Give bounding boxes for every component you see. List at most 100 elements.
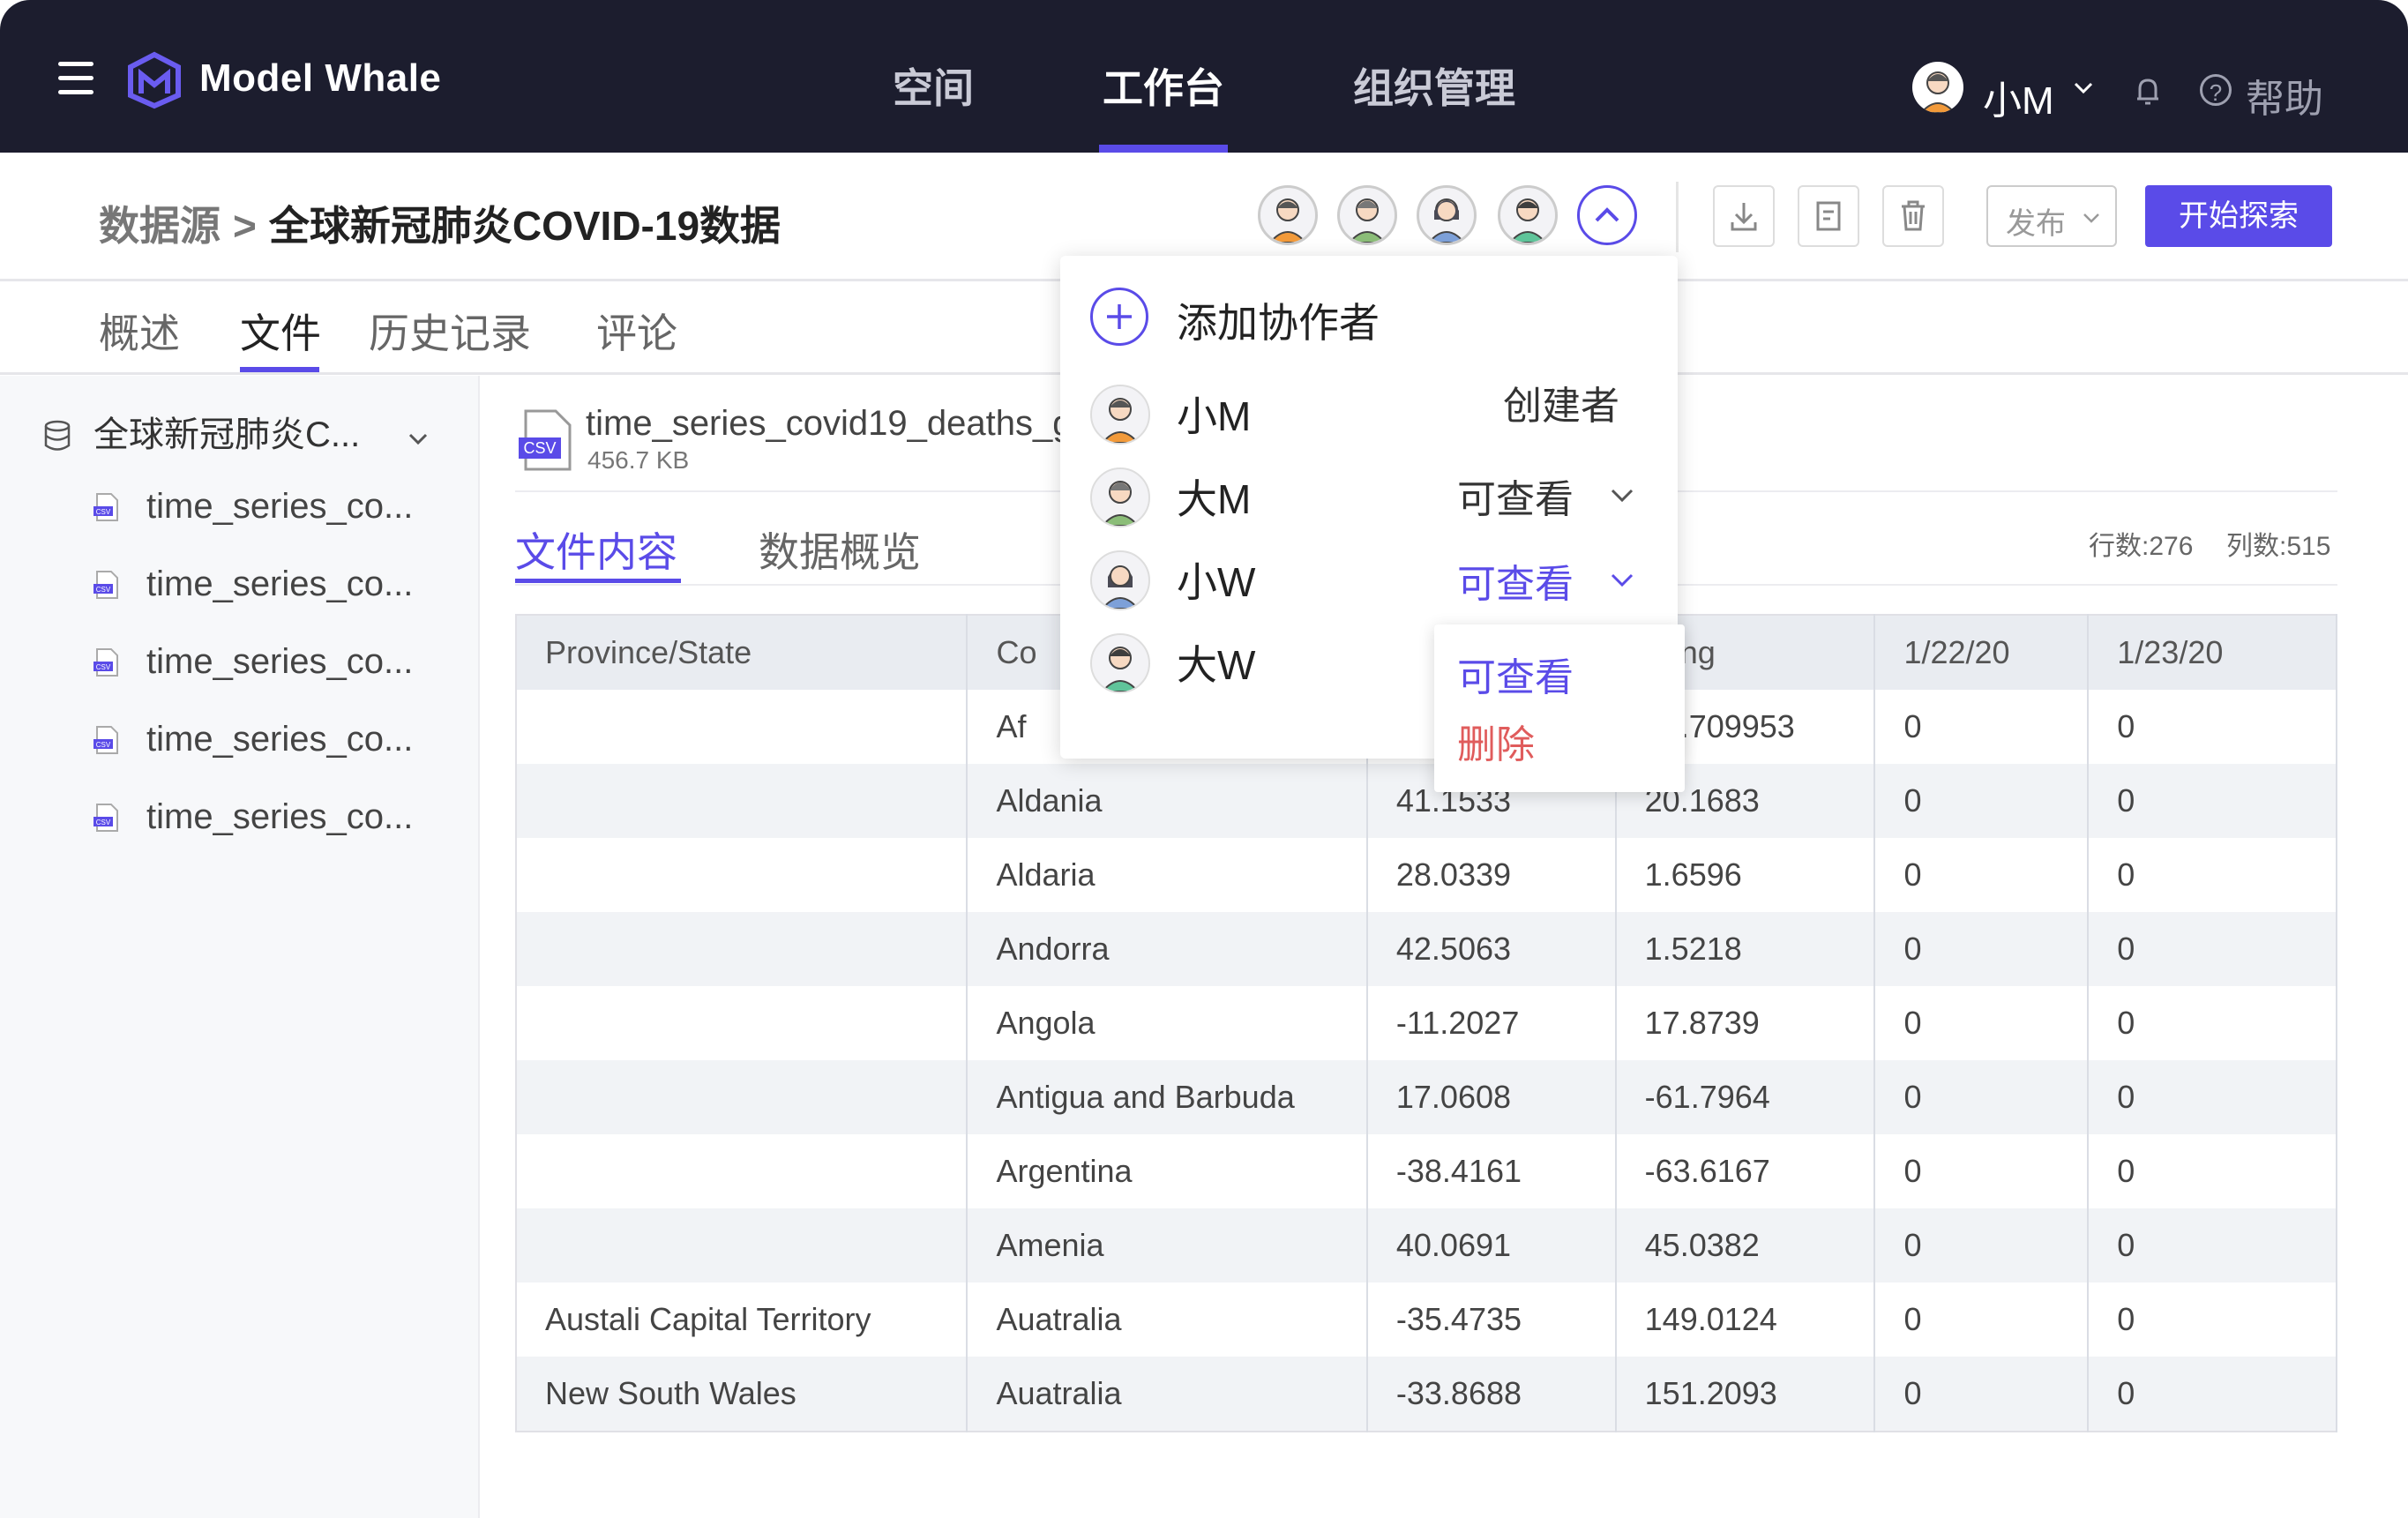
add-collaborator-icon[interactable] [1090,288,1148,346]
avatar-person-icon [1101,647,1140,692]
nav-workbench[interactable]: 工作台 [1103,56,1224,115]
table-cell [516,838,968,912]
table-cell: 17.0608 [1366,1060,1617,1134]
bell-icon[interactable] [2133,76,2163,108]
sidebar-file-item[interactable]: time_series_co... [146,720,413,759]
collapse-collaborators-button[interactable] [1577,185,1637,245]
user-avatar[interactable] [1912,62,1963,113]
nav-space[interactable]: 空间 [893,56,974,115]
collaborator-avatar[interactable] [1498,185,1558,245]
table-cell: 0 [2088,912,2337,986]
table-cell: 0 [1874,1282,2090,1357]
nav-org-management[interactable]: 组织管理 [1353,56,1515,115]
help-link[interactable]: 帮助 [2246,67,2323,123]
svg-text:CSV: CSV [96,586,111,594]
column-header[interactable]: 1/22/20 [1874,615,2090,690]
publish-dropdown[interactable]: 发布 [1986,185,2117,247]
tab-files[interactable]: 文件 [240,302,321,360]
start-explore-button[interactable]: 开始探索 [2145,185,2332,247]
tab-comments[interactable]: 评论 [596,302,677,360]
member-avatar [1090,633,1150,693]
table-cell: 0 [2088,1208,2337,1282]
user-name[interactable]: 小M [1983,69,2054,125]
collaborator-avatar[interactable] [1337,185,1397,245]
table-cell: 0 [1874,1134,2090,1208]
table-cell: 0 [2088,690,2337,764]
table-cell: 0 [1874,986,2090,1060]
table-cell: Auatralia [967,1357,1368,1432]
role-option-view[interactable]: 可查看 [1457,646,1574,702]
member-role-select[interactable]: 可查看 [1457,552,1574,609]
svg-text:CSV: CSV [96,663,111,671]
table-row: Aldania 41.1533 20.1683 0 0 [516,764,2337,838]
breadcrumb: 数据源 > 全球新冠肺炎COVID-19数据 [99,194,781,252]
avatar-person-icon [1348,198,1387,243]
file-sidebar [0,376,480,1518]
table-cell: -35.4735 [1366,1282,1617,1357]
download-icon [1731,203,1757,231]
add-collaborator-button[interactable]: 添加协作者 [1177,291,1380,349]
download-button[interactable] [1713,185,1775,247]
delete-button[interactable] [1882,185,1944,247]
table-cell: 40.0691 [1366,1208,1617,1282]
chevron-down-icon[interactable] [408,432,429,446]
table-cell: 0 [1874,1357,2090,1432]
csv-file-icon: CSV [93,726,118,754]
svg-text:CSV: CSV [96,819,111,826]
collaborator-avatar[interactable] [1417,185,1477,245]
csv-file-icon: CSV [93,648,118,677]
table-cell: Amenia [967,1208,1368,1282]
avatar-person-icon [1101,565,1140,609]
edit-button[interactable] [1798,185,1859,247]
chevron-down-icon [2083,213,2099,223]
column-count: 列数:515 [2226,532,2331,561]
table-cell: 0 [1874,764,2090,838]
sidebar-file-item[interactable]: time_series_co... [146,797,413,837]
table-cell: 0 [2088,764,2337,838]
column-header[interactable]: Province/State [516,615,968,690]
table-row: Austali Capital Territory Auatralia -35.47… [516,1282,2337,1357]
page-title: 全球新冠肺炎COVID-19数据 [268,203,781,249]
member-avatar [1090,550,1150,610]
table-row: Antigua and Barbuda 17.0608 -61.7964 0 0 [516,1060,2337,1134]
table-cell: 0 [1874,838,2090,912]
member-role-select[interactable]: 可查看 [1457,467,1574,524]
tab-overview[interactable]: 概述 [99,302,180,360]
tab-data-overview[interactable]: 数据概览 [759,520,921,579]
table-cell: 0 [1874,690,2090,764]
hamburger-menu-icon[interactable] [58,62,93,97]
collaborator-avatar[interactable] [1258,185,1318,245]
avatar-person-icon [1919,71,1956,113]
role-option-delete[interactable]: 删除 [1457,713,1535,769]
tab-history[interactable]: 历史记录 [369,302,531,360]
table-row: Argentina -38.4161 -63.6167 0 0 [516,1134,2337,1208]
csv-file-icon: CSV [93,804,118,832]
role-dropdown-menu: 可查看 删除 [1434,624,1685,792]
tab-file-content[interactable]: 文件内容 [515,520,677,579]
brand-name[interactable]: Model Whale [199,56,441,101]
help-icon[interactable]: ? [2200,74,2232,106]
sidebar-dataset-root[interactable]: 全球新冠肺炎C... [93,406,360,457]
table-cell: 0 [2088,1357,2337,1432]
table-cell [516,912,968,986]
table-cell: 0 [2088,838,2337,912]
avatar-person-icon [1101,481,1140,526]
sidebar-file-item[interactable]: time_series_co... [146,487,413,527]
table-cell: Antigua and Barbuda [967,1060,1368,1134]
table-row: Amenia 40.0691 45.0382 0 0 [516,1208,2337,1282]
table-row: Angola -11.2027 17.8739 0 0 [516,986,2337,1060]
chevron-down-icon[interactable] [1609,487,1635,505]
table-row: New South Wales Auatralia -33.8688 151.2093… [516,1357,2337,1432]
table-cell [516,690,968,764]
avatar-person-icon [1508,198,1547,243]
csv-badge: CSV [523,439,556,457]
chevron-down-icon[interactable] [1609,572,1635,589]
table-cell: 0 [1874,1208,2090,1282]
table-cell [516,764,968,838]
sidebar-file-item[interactable]: time_series_co... [146,642,413,682]
chevron-down-icon[interactable] [2073,81,2094,95]
breadcrumb-root[interactable]: 数据源 [99,203,221,249]
sidebar-file-item[interactable]: time_series_co... [146,565,413,604]
column-header[interactable]: 1/23/20 [2088,615,2337,690]
edit-note-icon [1816,201,1841,231]
